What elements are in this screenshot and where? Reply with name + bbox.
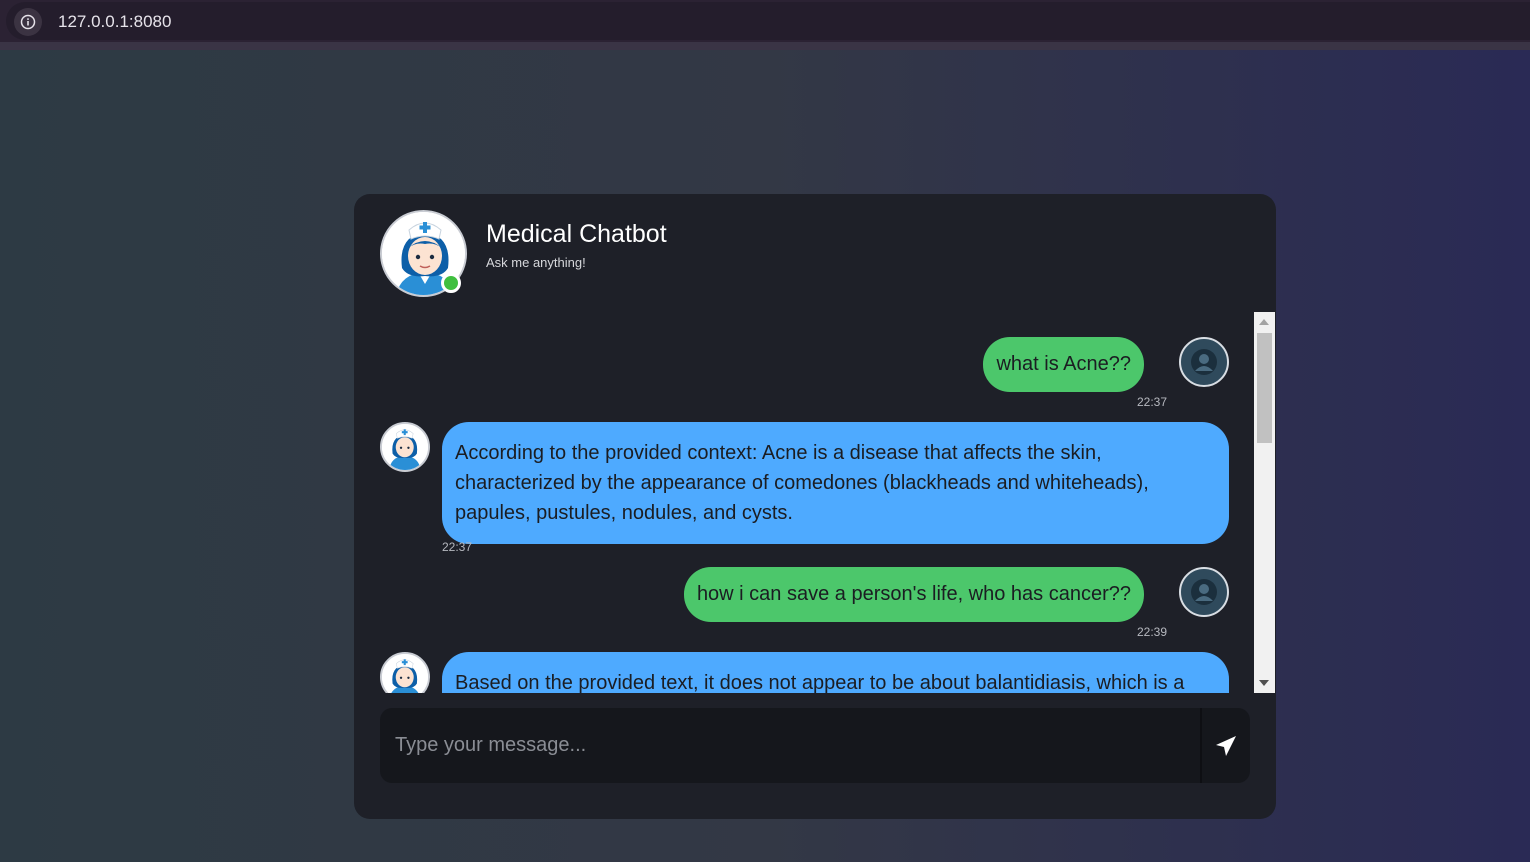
bot-message-bubble: Based on the provided text, it does not … <box>442 652 1229 693</box>
message-timestamp: 22:37 <box>1137 395 1168 409</box>
message-timestamp: 22:37 <box>442 540 473 554</box>
message-scrollbar[interactable] <box>1254 312 1275 693</box>
chat-subtitle: Ask me anything! <box>486 255 586 270</box>
scroll-up-arrow-icon[interactable] <box>1259 319 1269 325</box>
bot-message-bubble: According to the provided context: Acne … <box>442 422 1229 544</box>
user-message-bubble: what is Acne?? <box>983 337 1144 392</box>
message-timestamp: 22:39 <box>1137 625 1168 639</box>
browser-address-bar: 127.0.0.1:8080 <box>0 0 1530 42</box>
user-avatar-icon <box>1179 567 1229 617</box>
info-icon[interactable] <box>14 8 42 36</box>
message-input-bar <box>380 708 1250 783</box>
user-message-bubble: how i can save a person's life, who has … <box>683 567 1144 622</box>
chat-title: Medical Chatbot <box>486 220 667 248</box>
message-input[interactable] <box>380 708 1200 783</box>
scroll-down-arrow-icon[interactable] <box>1259 680 1269 686</box>
chat-card: Medical Chatbot Ask me anything! what is… <box>354 194 1276 819</box>
url-text[interactable]: 127.0.0.1:8080 <box>58 12 171 32</box>
online-status-dot <box>441 273 461 293</box>
message-list[interactable]: what is Acne?? 22:37 According to the pr… <box>354 312 1254 693</box>
url-box[interactable]: 127.0.0.1:8080 <box>6 2 1530 40</box>
send-button[interactable] <box>1200 708 1250 783</box>
paper-plane-icon <box>1216 735 1236 756</box>
nurse-avatar-icon <box>380 652 430 693</box>
user-avatar-icon <box>1179 337 1229 387</box>
scroll-thumb[interactable] <box>1257 333 1272 443</box>
nurse-avatar-icon <box>380 422 430 472</box>
browser-bar-divider <box>0 42 1530 50</box>
